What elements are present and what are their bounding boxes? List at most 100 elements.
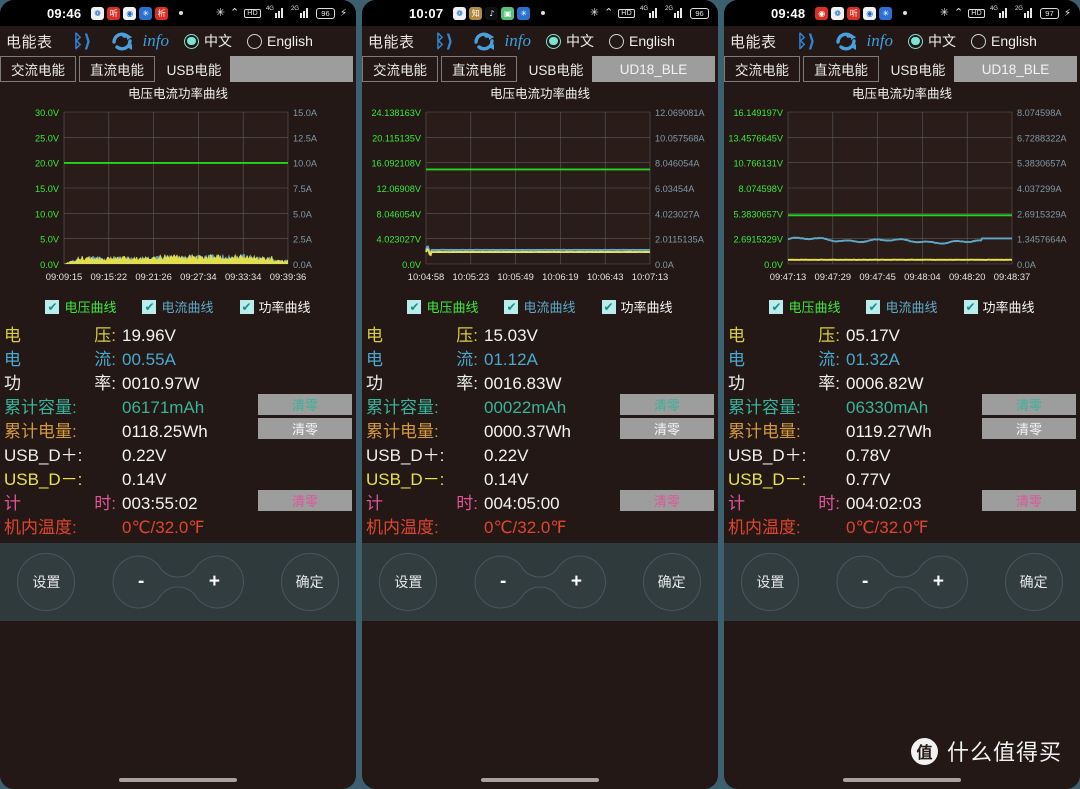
gesture-bar[interactable] [481, 778, 599, 782]
reset-energy-button[interactable]: 清零 [258, 418, 352, 439]
plus-label[interactable]: + [209, 571, 220, 593]
chart-title: 电压电流功率曲线 [489, 87, 590, 101]
tab-ble-device[interactable] [230, 56, 353, 82]
sync-icon[interactable] [834, 31, 860, 51]
radio-english-icon[interactable] [609, 33, 624, 49]
sync-icon[interactable] [110, 31, 136, 51]
reset-timer-button[interactable]: 清零 [982, 490, 1076, 511]
label-energy: 累计电量: [4, 422, 77, 441]
chart-svg: 24.138163V 20.115135V 16.092108V 12.06908V 8… [364, 104, 716, 292]
legend-power[interactable]: ✔ 功率曲线 [601, 297, 673, 316]
bluetooth-icon[interactable]: ᛒ⟩ [73, 31, 92, 52]
lang-english-option[interactable]: English [609, 33, 675, 49]
reset-capacity-button[interactable]: 清零 [620, 394, 714, 415]
bluetooth-icon[interactable]: ᛒ⟩ [797, 31, 816, 52]
tab-ble-device[interactable]: UD18_BLE [954, 56, 1077, 82]
minus-plus-control[interactable]: - + [110, 553, 246, 611]
row-temperature: 机内温度: 0℃/32.0℉ [4, 513, 356, 537]
legend-power[interactable]: ✔ 功率曲线 [239, 297, 311, 316]
legend-voltage[interactable]: ✔ 电压曲线 [45, 297, 116, 316]
checkbox-current-icon[interactable]: ✔ [504, 299, 519, 314]
radio-chinese-icon[interactable] [184, 33, 199, 49]
radio-english-icon[interactable] [971, 33, 986, 49]
minus-label[interactable]: - [500, 571, 506, 593]
checkbox-voltage-icon[interactable]: ✔ [45, 299, 60, 314]
checkbox-current-icon[interactable]: ✔ [142, 299, 157, 314]
tab-ble-device[interactable]: UD18_BLE [592, 56, 715, 82]
app-icon-5: ✳ [517, 6, 531, 20]
settings-button[interactable]: 设置 [741, 553, 800, 611]
settings-button[interactable]: 设置 [379, 553, 438, 611]
value-energy: 0118.25Wh [122, 422, 208, 441]
label-capacity: 累计容量: [4, 398, 77, 417]
chart-voltage-current-power: 24.138163V 20.115135V 16.092108V 12.06908V 8… [362, 104, 718, 292]
confirm-button[interactable]: 确定 [280, 553, 339, 611]
tab-dc[interactable]: 直流电能 [803, 56, 879, 82]
gesture-bar[interactable] [119, 778, 237, 782]
legend-current[interactable]: ✔ 电流曲线 [142, 297, 214, 316]
tab-dc[interactable]: 直流电能 [441, 56, 517, 82]
status-right-cluster: ✳ ⌃ HD 4G 2G 96 ⚡ [216, 6, 347, 19]
row-capacity: 累计容量: 06330mAh 清零 [728, 393, 1080, 417]
svg-text:09:27:34: 09:27:34 [180, 271, 217, 282]
battery-icon: 97 [1039, 7, 1059, 19]
svg-text:0.0A: 0.0A [1017, 260, 1037, 270]
lang-english-option[interactable]: English [971, 33, 1037, 49]
tab-ac[interactable]: 交流电能 [724, 56, 800, 82]
lang-chinese-option[interactable]: 中文 [184, 31, 232, 51]
tab-ac[interactable]: 交流电能 [0, 56, 76, 82]
lang-chinese-option[interactable]: 中文 [546, 31, 594, 51]
reset-energy-button[interactable]: 清零 [982, 418, 1076, 439]
reset-timer-button[interactable]: 清零 [620, 490, 714, 511]
settings-button[interactable]: 设置 [17, 553, 76, 611]
legend-current[interactable]: ✔ 电流曲线 [866, 297, 938, 316]
status-more-dot [541, 11, 546, 15]
tab-ac[interactable]: 交流电能 [362, 56, 438, 82]
info-button[interactable]: info [867, 31, 893, 51]
legend-voltage[interactable]: ✔ 电压曲线 [769, 297, 840, 316]
legend-voltage[interactable]: ✔ 电压曲线 [407, 297, 478, 316]
checkbox-power-icon[interactable]: ✔ [601, 299, 616, 314]
minus-plus-control[interactable]: - + [472, 553, 608, 611]
legend-power[interactable]: ✔ 功率曲线 [963, 297, 1035, 316]
radio-english-icon[interactable] [247, 33, 262, 49]
minus-label[interactable]: - [138, 571, 144, 593]
tab-usb[interactable]: USB电能 [158, 56, 230, 82]
value-usb-dm: 0.14V [484, 470, 529, 489]
status-more-dot [903, 11, 908, 15]
reset-capacity-button[interactable]: 清零 [258, 394, 352, 415]
confirm-button[interactable]: 确定 [1004, 553, 1063, 611]
minus-plus-control[interactable]: - + [834, 553, 970, 611]
reset-energy-button[interactable]: 清零 [620, 418, 714, 439]
reset-timer-button[interactable]: 清零 [258, 490, 352, 511]
bluetooth-icon[interactable]: ᛒ⟩ [435, 31, 454, 52]
radio-chinese-icon[interactable] [546, 33, 561, 49]
info-button[interactable]: info [143, 31, 169, 51]
lang-english-option[interactable]: English [247, 33, 313, 49]
radio-chinese-icon[interactable] [908, 33, 923, 49]
checkbox-current-icon[interactable]: ✔ [866, 299, 881, 314]
checkbox-voltage-icon[interactable]: ✔ [769, 299, 784, 314]
svg-text:09:09:15: 09:09:15 [46, 271, 83, 282]
minus-label[interactable]: - [862, 571, 868, 593]
checkbox-power-icon[interactable]: ✔ [239, 299, 254, 314]
signal-icon-2: 2G [291, 6, 311, 18]
sync-icon[interactable] [472, 31, 498, 51]
lang-chinese-label: 中文 [928, 33, 956, 49]
gesture-bar[interactable] [843, 778, 961, 782]
info-button[interactable]: info [505, 31, 531, 51]
plus-label[interactable]: + [933, 571, 944, 593]
plus-label[interactable]: + [571, 571, 582, 593]
value-power: 0006.82W [846, 374, 924, 393]
reset-capacity-button[interactable]: 清零 [982, 394, 1076, 415]
tab-usb[interactable]: USB电能 [882, 56, 954, 82]
checkbox-voltage-icon[interactable]: ✔ [407, 299, 422, 314]
lang-chinese-option[interactable]: 中文 [908, 31, 956, 51]
hd-icon: HD [968, 8, 985, 18]
tab-usb[interactable]: USB电能 [520, 56, 592, 82]
confirm-button[interactable]: 确定 [642, 553, 701, 611]
legend-current[interactable]: ✔ 电流曲线 [504, 297, 576, 316]
tab-dc[interactable]: 直流电能 [79, 56, 155, 82]
checkbox-power-icon[interactable]: ✔ [963, 299, 978, 314]
svg-text:09:15:22: 09:15:22 [91, 271, 128, 282]
